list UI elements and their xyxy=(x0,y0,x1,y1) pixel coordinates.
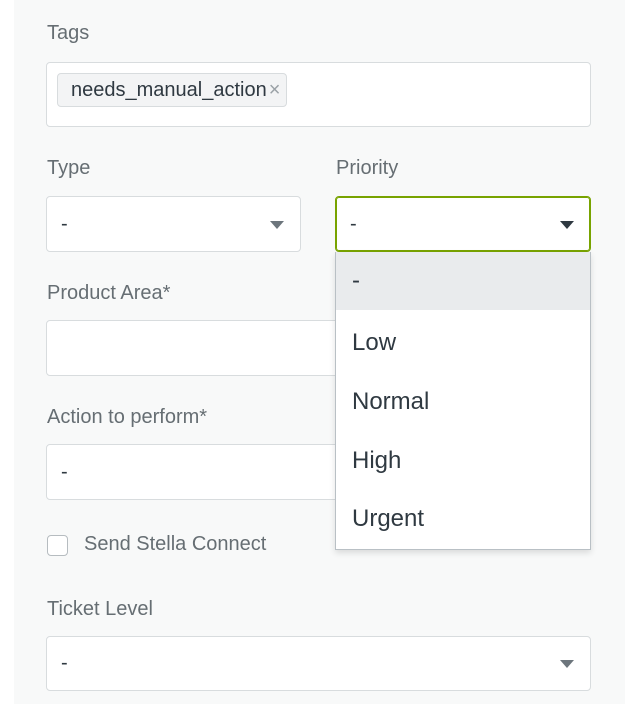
tags-input[interactable]: needs_manual_action × xyxy=(46,62,591,127)
send-stella-checkbox[interactable] xyxy=(47,535,68,556)
priority-option-urgent[interactable]: Urgent xyxy=(336,490,590,548)
ticket-level-select[interactable]: - xyxy=(46,636,591,691)
chevron-down-icon xyxy=(560,660,574,668)
action-select-value: - xyxy=(61,460,68,483)
priority-option-low[interactable]: Low xyxy=(336,314,590,372)
priority-label: Priority xyxy=(336,157,399,179)
priority-option-high[interactable]: High xyxy=(336,432,590,490)
type-select[interactable]: - xyxy=(46,196,301,252)
priority-select-value: - xyxy=(350,212,357,235)
tag-chip: needs_manual_action × xyxy=(57,73,288,107)
priority-option-normal[interactable]: Normal xyxy=(336,373,590,431)
ticket-level-value: - xyxy=(61,652,68,674)
tags-label: Tags xyxy=(47,22,90,44)
priority-option-none[interactable]: - xyxy=(336,252,590,310)
type-label: Type xyxy=(47,157,91,179)
send-stella-label[interactable]: Send Stella Connect xyxy=(84,533,266,556)
tag-remove-icon[interactable]: × xyxy=(269,80,281,100)
chevron-down-icon xyxy=(560,221,574,229)
priority-dropdown-menu: - Low Normal High Urgent xyxy=(335,252,591,550)
priority-select[interactable]: - xyxy=(335,196,591,252)
action-label: Action to perform* xyxy=(47,406,208,428)
ticket-level-label: Ticket Level xyxy=(47,598,153,620)
tag-chip-label: needs_manual_action xyxy=(71,78,267,101)
type-select-value: - xyxy=(61,212,68,235)
product-area-label: Product Area* xyxy=(47,282,171,304)
chevron-down-icon xyxy=(270,221,284,229)
